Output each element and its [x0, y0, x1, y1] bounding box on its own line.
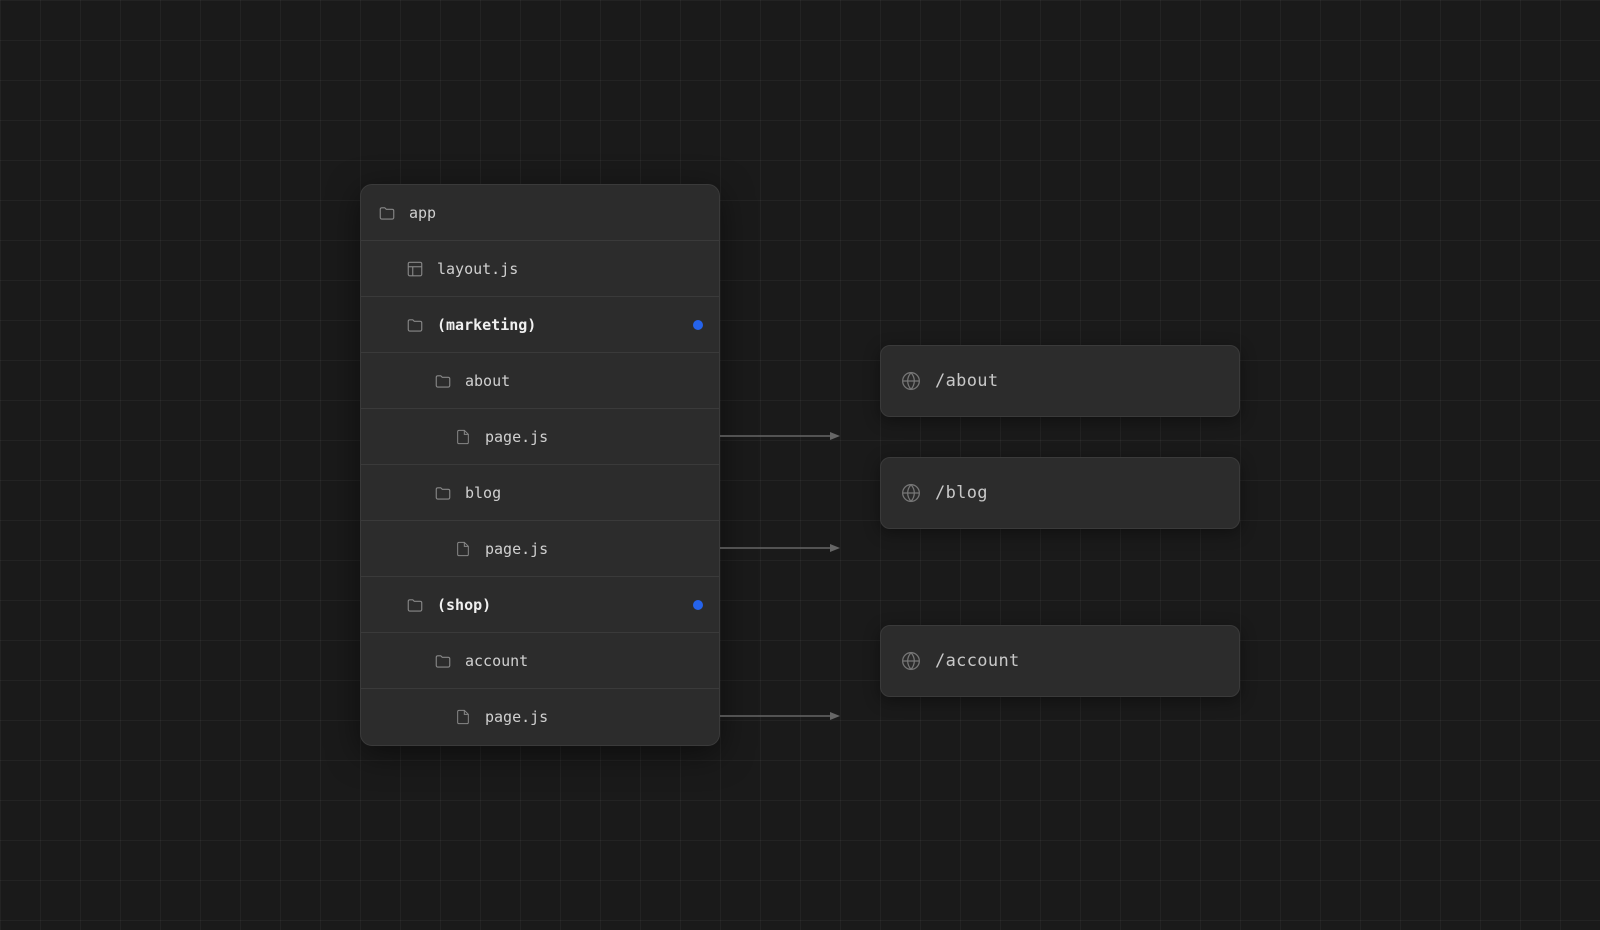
tree-label-shop: (shop)	[437, 596, 491, 614]
folder-icon-blog	[433, 483, 453, 503]
tree-item-marketing[interactable]: (marketing)	[361, 297, 719, 353]
folder-icon-account	[433, 651, 453, 671]
tree-item-app[interactable]: app	[361, 185, 719, 241]
tree-label-blog: blog	[465, 484, 501, 502]
tree-label-about: about	[465, 372, 510, 390]
route-label-account: /account	[935, 651, 1020, 671]
tree-item-shop[interactable]: (shop)	[361, 577, 719, 633]
route-label-blog: /blog	[935, 483, 988, 503]
globe-icon-blog	[901, 483, 921, 503]
tree-item-blog-page[interactable]: page.js	[361, 521, 719, 577]
tree-label-about-page: page.js	[485, 428, 548, 446]
file-icon-blog-page	[453, 539, 473, 559]
tree-item-about-page[interactable]: page.js	[361, 409, 719, 465]
tree-label-app: app	[409, 204, 436, 222]
route-box-blog: /blog	[880, 457, 1240, 529]
route-boxes: /about /blog /account	[880, 185, 1240, 745]
file-icon-about-page	[453, 427, 473, 447]
route-box-account: /account	[880, 625, 1240, 697]
file-icon-account-page	[453, 707, 473, 727]
folder-icon-marketing	[405, 315, 425, 335]
globe-icon-account	[901, 651, 921, 671]
arrows-svg	[720, 240, 880, 690]
scene: app layout.js (marketing)	[360, 184, 1240, 746]
route-box-about: /about	[880, 345, 1240, 417]
layout-icon	[405, 259, 425, 279]
tree-item-layout[interactable]: layout.js	[361, 241, 719, 297]
tree-label-blog-page: page.js	[485, 540, 548, 558]
tree-item-blog[interactable]: blog	[361, 465, 719, 521]
marketing-dot	[693, 320, 703, 330]
file-tree: app layout.js (marketing)	[360, 184, 720, 746]
shop-dot	[693, 600, 703, 610]
tree-label-account: account	[465, 652, 528, 670]
globe-icon-about	[901, 371, 921, 391]
route-label-about: /about	[935, 371, 998, 391]
tree-label-marketing: (marketing)	[437, 316, 536, 334]
tree-item-account[interactable]: account	[361, 633, 719, 689]
folder-icon-shop	[405, 595, 425, 615]
tree-item-account-page[interactable]: page.js	[361, 689, 719, 745]
tree-item-about[interactable]: about	[361, 353, 719, 409]
folder-icon	[377, 203, 397, 223]
folder-icon-about	[433, 371, 453, 391]
tree-label-account-page: page.js	[485, 708, 548, 726]
tree-label-layout: layout.js	[437, 260, 518, 278]
